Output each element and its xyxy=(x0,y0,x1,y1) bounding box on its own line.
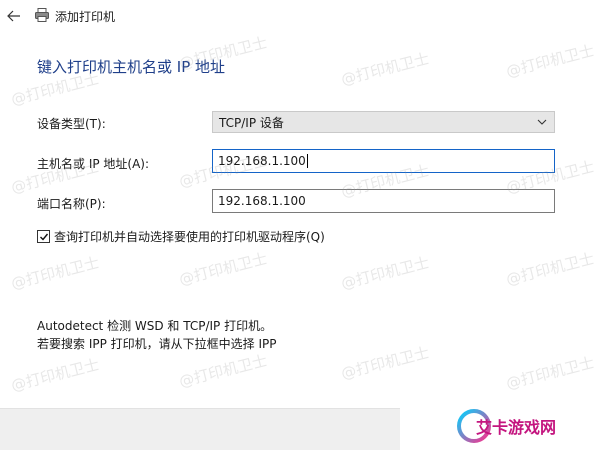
port-name-input[interactable]: 192.168.1.100 xyxy=(212,189,555,213)
watermark: @打印机卫士 xyxy=(177,351,269,391)
back-arrow-icon xyxy=(7,10,20,22)
checkmark-icon xyxy=(39,233,48,241)
text-caret xyxy=(306,154,308,168)
title-bar: 添加打印机 xyxy=(0,0,600,32)
back-button[interactable] xyxy=(4,6,24,26)
device-type-dropdown[interactable]: TCP/IP 设备 xyxy=(212,111,555,133)
device-type-value: TCP/IP 设备 xyxy=(219,115,284,130)
hostname-label: 主机名或 IP 地址(A): xyxy=(37,157,150,171)
printer-icon xyxy=(35,8,49,22)
watermark: @打印机卫士 xyxy=(339,343,431,383)
query-driver-checkbox[interactable] xyxy=(37,230,50,243)
query-driver-option[interactable]: 查询打印机并自动选择要使用的打印机驱动程序(Q) xyxy=(37,228,325,245)
watermark: @打印机卫士 xyxy=(339,253,431,293)
query-driver-label: 查询打印机并自动选择要使用的打印机驱动程序(Q) xyxy=(54,230,325,244)
hostname-input[interactable]: 192.168.1.100 xyxy=(212,149,555,173)
logo-text: 艾卡游戏网 xyxy=(476,418,557,437)
info-line-1: Autodetect 检测 WSD 和 TCP/IP 打印机。 xyxy=(37,319,273,333)
chevron-down-icon xyxy=(537,119,547,125)
hostname-value: 192.168.1.100 xyxy=(218,154,306,168)
window-title: 添加打印机 xyxy=(55,10,116,24)
port-name-value: 192.168.1.100 xyxy=(218,194,306,208)
info-line-2: 若要搜索 IPP 打印机，请从下拉框中选择 IPP xyxy=(37,337,277,351)
port-name-label: 端口名称(P): xyxy=(37,197,106,211)
site-logo: 艾卡游戏网 xyxy=(455,406,585,446)
device-type-label: 设备类型(T): xyxy=(37,117,106,131)
watermark: @打印机卫士 xyxy=(504,249,596,289)
page-heading: 键入打印机主机名或 IP 地址 xyxy=(37,58,226,76)
watermark: @打印机卫士 xyxy=(339,49,431,89)
watermark: @打印机卫士 xyxy=(504,353,596,393)
watermark: @打印机卫士 xyxy=(9,253,101,293)
watermark: @打印机卫士 xyxy=(504,41,596,81)
watermark: @打印机卫士 xyxy=(9,355,101,395)
footer-area xyxy=(0,408,400,450)
watermark: @打印机卫士 xyxy=(177,249,269,289)
